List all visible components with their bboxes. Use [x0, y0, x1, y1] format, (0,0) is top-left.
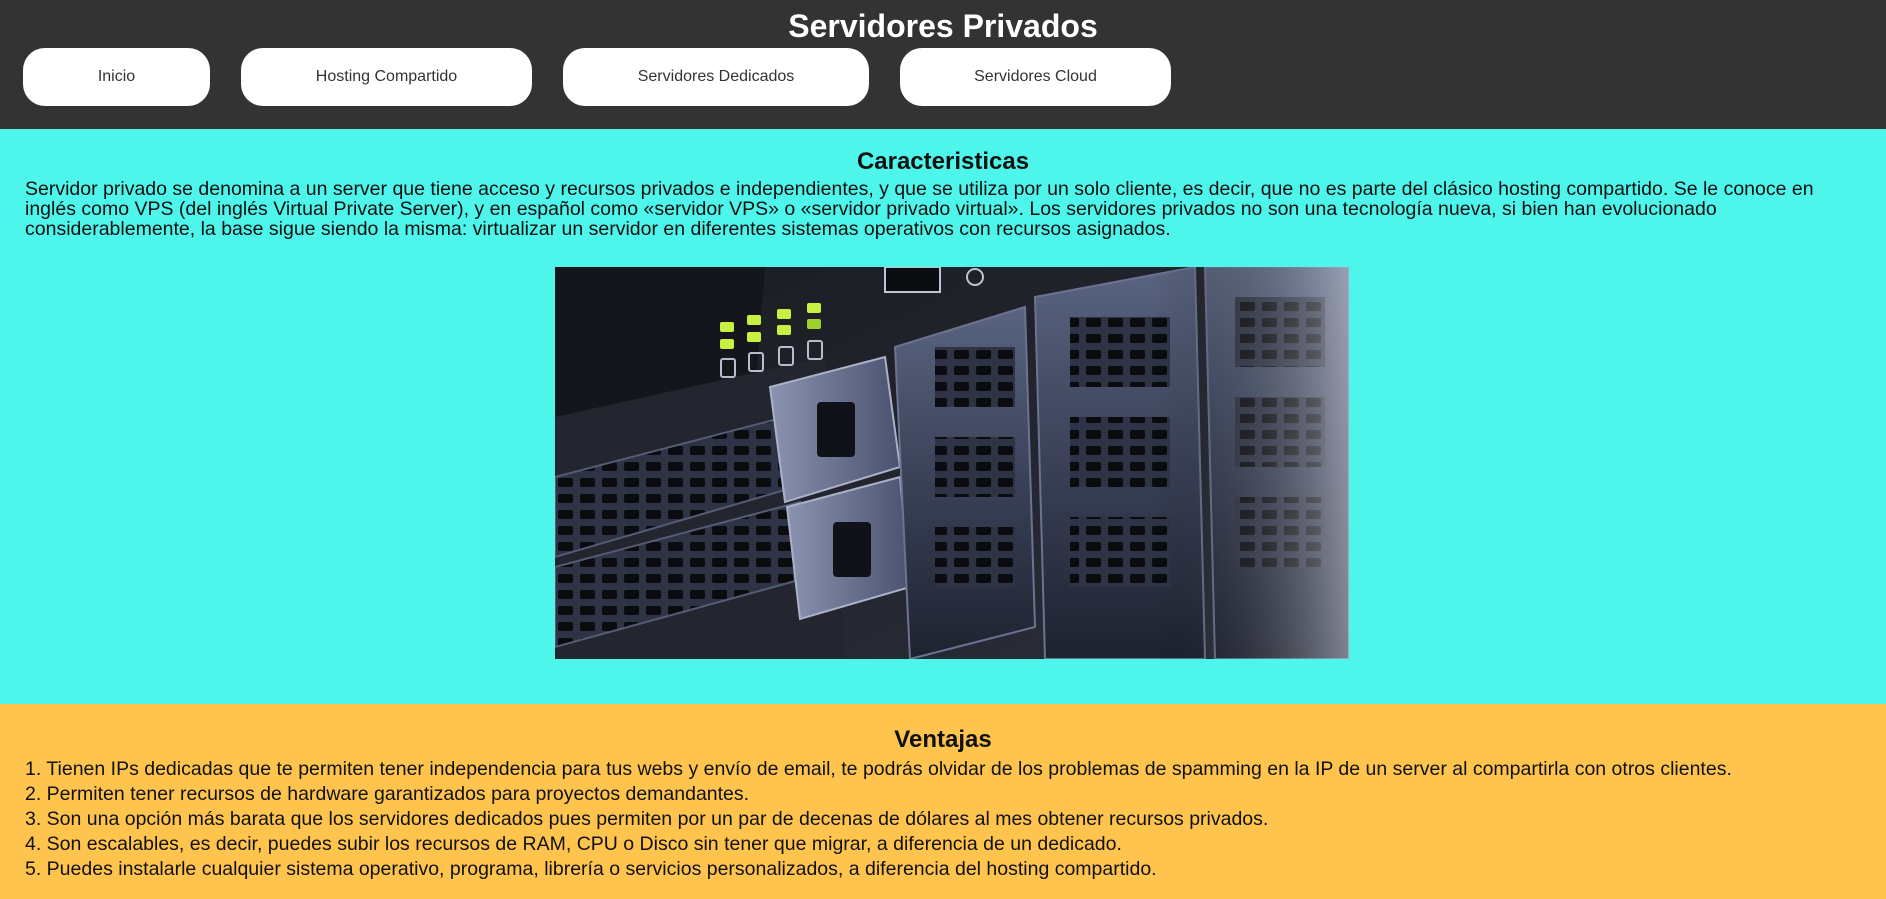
advantages-list: 1. Tienen IPs dedicadas que te permiten … [25, 757, 1886, 882]
nav-button-servidores-dedicados[interactable]: Servidores Dedicados [563, 48, 869, 106]
site-header: Servidores Privados Inicio Hosting Compa… [0, 0, 1886, 129]
server-rack-image [555, 267, 1349, 659]
list-item: 4. Son escalables, es decir, puedes subi… [25, 833, 1122, 855]
advantages-section: Ventajas 1. Tienen IPs dedicadas que te … [0, 704, 1886, 899]
nav-button-servidores-cloud[interactable]: Servidores Cloud [900, 48, 1171, 106]
nav-button-inicio[interactable]: Inicio [23, 48, 210, 106]
list-item: 2. Permiten tener recursos de hardware g… [25, 783, 750, 805]
list-item: 1. Tienen IPs dedicadas que te permiten … [25, 758, 1732, 780]
features-paragraph: Servidor privado se denomina a un server… [25, 178, 1814, 240]
features-heading: Caracteristicas [856, 148, 1030, 175]
features-section: Caracteristicas Servidor privado se deno… [0, 129, 1886, 704]
advantages-heading: Ventajas [894, 726, 992, 753]
main-nav: Inicio Hosting Compartido Servidores Ded… [23, 48, 1171, 106]
list-item: 3. Son una opción más barata que los ser… [25, 808, 1269, 830]
nav-button-hosting-compartido[interactable]: Hosting Compartido [241, 48, 532, 106]
page-title: Servidores Privados [788, 8, 1098, 44]
list-item: 5. Puedes instalarle cualquier sistema o… [25, 858, 1157, 880]
